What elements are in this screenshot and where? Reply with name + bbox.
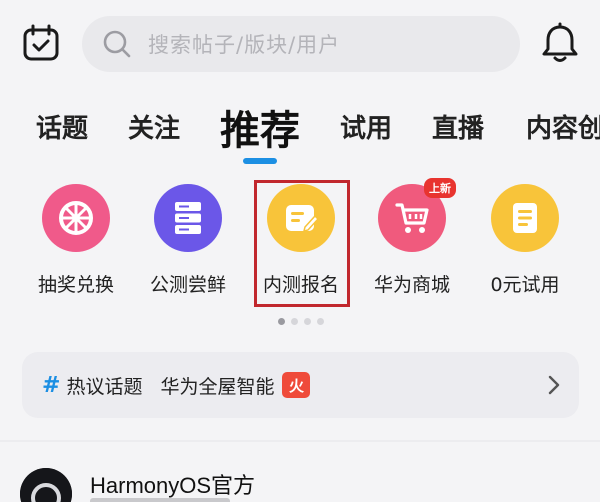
document-icon bbox=[491, 184, 559, 252]
page-dot bbox=[291, 318, 298, 325]
shortcut-label: 0元试用 bbox=[490, 274, 560, 296]
search-input[interactable]: 搜索帖子/版块/用户 bbox=[82, 16, 520, 72]
shortcut-free-trial[interactable]: 0元试用 bbox=[470, 184, 580, 297]
search-placeholder: 搜索帖子/版块/用户 bbox=[148, 33, 341, 57]
tab-content-creation[interactable]: 内容创 bbox=[526, 108, 600, 145]
chevron-right-icon[interactable] bbox=[547, 374, 561, 396]
shortcut-label: 华为商城 bbox=[373, 274, 450, 296]
hot-topics-bar[interactable]: # 热议话题 华为全屋智能 火 bbox=[22, 352, 579, 418]
post-subline bbox=[90, 498, 230, 502]
new-badge: 上新 bbox=[424, 178, 456, 198]
hot-topics-title: 热议话题 bbox=[66, 375, 143, 398]
post-author[interactable]: HarmonyOS官方 bbox=[90, 468, 255, 500]
tab-trial[interactable]: 试用 bbox=[340, 108, 392, 145]
shortcut-label: 公测尝鲜 bbox=[149, 274, 226, 296]
cart-icon: 上新 bbox=[378, 178, 456, 252]
wheel-icon bbox=[42, 184, 110, 252]
page-indicator bbox=[278, 318, 324, 325]
tab-bar: 话题 关注 推荐 试用 直播 内容创 bbox=[0, 96, 600, 166]
fire-badge: 火 bbox=[282, 372, 311, 398]
highlight-box bbox=[254, 180, 350, 307]
server-icon bbox=[154, 184, 222, 252]
page-dot bbox=[278, 318, 285, 325]
bell-icon[interactable] bbox=[540, 22, 580, 64]
page-dot bbox=[317, 318, 324, 325]
active-tab-indicator bbox=[243, 158, 277, 164]
shortcut-label: 抽奖兑换 bbox=[37, 274, 114, 296]
tab-following[interactable]: 关注 bbox=[128, 108, 180, 145]
tab-recommended[interactable]: 推荐 bbox=[220, 98, 300, 156]
top-bar: 搜索帖子/版块/用户 bbox=[0, 0, 600, 90]
hot-topic-text[interactable]: 华为全屋智能 bbox=[160, 372, 274, 399]
post-card[interactable]: HarmonyOS官方 bbox=[0, 442, 600, 502]
search-icon bbox=[102, 29, 132, 59]
tab-topics[interactable]: 话题 bbox=[36, 108, 88, 145]
shortcut-public-beta[interactable]: 公测尝鲜 bbox=[133, 184, 243, 297]
shortcut-lottery[interactable]: 抽奖兑换 bbox=[21, 184, 131, 297]
calendar-icon[interactable] bbox=[22, 24, 60, 62]
shortcut-huawei-store[interactable]: 上新 华为商城 bbox=[357, 178, 467, 297]
avatar[interactable] bbox=[20, 468, 72, 502]
tab-live[interactable]: 直播 bbox=[432, 108, 484, 145]
page-dot bbox=[304, 318, 311, 325]
hash-icon: # bbox=[42, 372, 61, 398]
